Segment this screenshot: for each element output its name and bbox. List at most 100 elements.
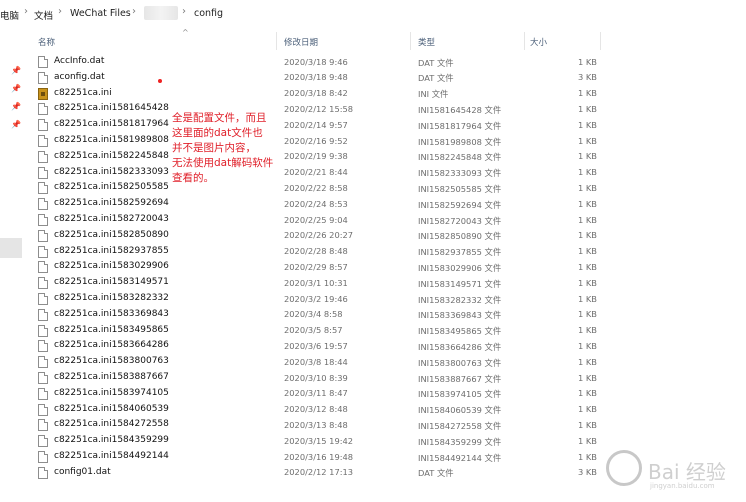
- breadcrumb-item-documents[interactable]: 文档: [34, 8, 53, 22]
- generic-file-icon: [38, 135, 48, 147]
- file-type: INI1582245848 文件: [418, 152, 502, 163]
- file-row[interactable]: c82251ca.ini1583029906 2020/2/29 8:57 INI1…: [30, 259, 746, 275]
- file-date: 2020/2/12 15:58: [284, 103, 354, 114]
- file-name: c82251ca.ini1581817964: [54, 119, 169, 130]
- file-row[interactable]: c82251ca.ini1584060539 2020/3/12 8:48 INI1…: [30, 402, 746, 418]
- file-row[interactable]: c82251ca.ini1582592694 2020/2/24 8:53 INI1…: [30, 196, 746, 212]
- file-type: INI1583369843 文件: [418, 310, 502, 321]
- file-name: config01.dat: [54, 466, 111, 477]
- pin-icon[interactable]: 📌: [11, 102, 21, 111]
- file-type: INI1584359299 文件: [418, 436, 502, 447]
- file-size: 3 KB: [577, 72, 597, 83]
- file-row[interactable]: c82251ca.ini1581989808 2020/2/16 9:52 INI1…: [30, 133, 746, 149]
- file-row[interactable]: c82251ca.ini1583974105 2020/3/11 8:47 INI1…: [30, 386, 746, 402]
- file-size: 1 KB: [577, 119, 597, 130]
- file-name: c82251ca.ini1582592694: [54, 198, 169, 209]
- file-row[interactable]: c82251ca.ini1583887667 2020/3/10 8:39 INI1…: [30, 370, 746, 386]
- navigation-selected-item[interactable]: [0, 238, 22, 258]
- file-name: c82251ca.ini1583664286: [54, 340, 169, 351]
- file-type: INI1583887667 文件: [418, 373, 502, 384]
- file-date: 2020/3/2 19:46: [284, 293, 348, 304]
- file-row[interactable]: c82251ca.ini1582937855 2020/2/28 8:48 INI1…: [30, 244, 746, 260]
- file-name: aconfig.dat: [54, 71, 105, 82]
- generic-file-icon: [38, 419, 48, 432]
- file-size: 1 KB: [577, 214, 597, 225]
- file-type: DAT 文件: [418, 73, 454, 84]
- column-header: ^ 名称 修改日期 类型 大小: [30, 28, 746, 50]
- pin-icon[interactable]: 📌: [11, 120, 21, 129]
- file-name: c82251ca.ini1581989808: [54, 135, 169, 145]
- column-divider[interactable]: [410, 32, 411, 50]
- file-size: 1 KB: [577, 451, 597, 462]
- file-type: INI 文件: [418, 89, 449, 100]
- annotation-line: 查看的。: [172, 172, 214, 184]
- generic-file-icon: [38, 182, 48, 195]
- file-row[interactable]: c82251ca.ini1582850890 2020/2/26 20:27 INI…: [30, 228, 746, 244]
- file-name: c82251ca.ini1584492144: [54, 451, 169, 461]
- file-type: INI1583800763 文件: [418, 357, 502, 368]
- breadcrumb-item-wechat-files[interactable]: WeChat Files: [70, 8, 131, 19]
- column-header-type[interactable]: 类型: [418, 36, 435, 48]
- file-row[interactable]: c82251ca.ini1583149571 2020/3/1 10:31 INI1…: [30, 275, 746, 291]
- file-row[interactable]: c82251ca.ini1582505585 2020/2/22 8:58 INI1…: [30, 180, 746, 196]
- file-row[interactable]: c82251ca.ini1582720043 2020/2/25 9:04 INI1…: [30, 212, 746, 228]
- file-row[interactable]: c82251ca.ini1584272558 2020/3/13 8:48 INI1…: [30, 417, 746, 433]
- column-header-size[interactable]: 大小: [530, 36, 547, 48]
- file-size: 1 KB: [577, 246, 597, 257]
- generic-file-icon: [38, 261, 48, 274]
- generic-file-icon: [38, 372, 48, 384]
- file-type: INI1584060539 文件: [418, 405, 502, 416]
- file-size: 1 KB: [577, 135, 597, 146]
- file-type: INI1582505585 文件: [418, 183, 502, 194]
- pin-icon[interactable]: 📌: [11, 84, 21, 93]
- file-row[interactable]: c82251ca.ini1583664286 2020/3/6 19:57 INI1…: [30, 338, 746, 354]
- generic-file-icon: [38, 103, 48, 116]
- file-size: 1 KB: [577, 356, 597, 367]
- breadcrumb-item-computer[interactable]: 电脑: [0, 8, 19, 22]
- file-type: INI1584492144 文件: [418, 452, 502, 463]
- column-divider[interactable]: [600, 32, 601, 50]
- ini-file-icon: [38, 87, 48, 100]
- column-divider[interactable]: [524, 32, 525, 50]
- file-type: DAT 文件: [418, 57, 454, 68]
- file-row[interactable]: c82251ca.ini1581817964 2020/2/14 9:57 INI1…: [30, 117, 746, 133]
- generic-file-icon: [38, 356, 48, 369]
- watermark: Bai 经验 jingyan.baidu.com: [604, 446, 744, 498]
- file-row[interactable]: c82251ca.ini1583495865 2020/3/5 8:57 INI15…: [30, 323, 746, 339]
- file-row[interactable]: AccInfo.dat 2020/3/18 9:46 DAT 文件 1 KB: [30, 54, 746, 70]
- file-name: c82251ca.ini1582937855: [54, 245, 169, 256]
- breadcrumb-item-redacted[interactable]: [144, 6, 178, 20]
- file-row[interactable]: c82251ca.ini1582333093 2020/2/21 8:44 INI1…: [30, 165, 746, 181]
- file-date: 2020/3/8 18:44: [284, 356, 348, 367]
- column-divider[interactable]: [276, 32, 277, 50]
- file-row[interactable]: c82251ca.ini1583282332 2020/3/2 19:46 INI1…: [30, 291, 746, 307]
- file-type: INI1582333093 文件: [418, 168, 502, 179]
- file-type: INI1583495865 文件: [418, 326, 502, 337]
- file-date: 2020/2/25 9:04: [284, 214, 348, 225]
- generic-file-icon: [38, 403, 48, 416]
- file-size: 1 KB: [577, 372, 597, 383]
- file-type: INI1583282332 文件: [418, 294, 502, 305]
- file-row[interactable]: c82251ca.ini 2020/3/18 8:42 INI 文件 1 KB: [30, 86, 746, 102]
- breadcrumb-item-config[interactable]: config: [194, 8, 223, 19]
- generic-file-icon: [38, 277, 48, 290]
- file-type: INI1581645428 文件: [418, 104, 502, 115]
- file-row[interactable]: c82251ca.ini1581645428 2020/2/12 15:58 INI…: [30, 101, 746, 117]
- file-date: 2020/3/4 8:58: [284, 309, 343, 320]
- file-row[interactable]: c82251ca.ini1583800763 2020/3/8 18:44 INI1…: [30, 354, 746, 370]
- file-row[interactable]: c82251ca.ini1582245848 2020/2/19 9:38 INI1…: [30, 149, 746, 165]
- generic-file-icon: [38, 340, 48, 353]
- file-date: 2020/3/5 8:57: [284, 325, 343, 336]
- file-row[interactable]: c82251ca.ini1583369843 2020/3/4 8:58 INI15…: [30, 307, 746, 323]
- file-list: AccInfo.dat 2020/3/18 9:46 DAT 文件 1 KB aconf…: [30, 54, 746, 482]
- column-header-date[interactable]: 修改日期: [284, 36, 318, 48]
- file-date: 2020/2/12 17:13: [284, 467, 354, 478]
- file-row[interactable]: aconfig.dat 2020/3/18 9:48 DAT 文件 3 KB: [30, 70, 746, 86]
- file-date: 2020/2/22 8:58: [284, 182, 348, 193]
- generic-file-icon: [38, 166, 48, 179]
- annotation-line: 这里面的dat文件也: [172, 127, 263, 139]
- pin-icon[interactable]: 📌: [11, 66, 21, 75]
- column-header-name[interactable]: 名称: [38, 36, 55, 48]
- chevron-right-icon: ›: [182, 6, 186, 17]
- annotation-line: 并不是图片内容，: [172, 142, 256, 154]
